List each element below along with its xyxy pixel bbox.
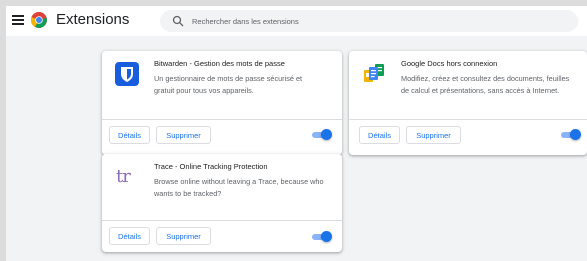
page-title: Extensions [56,11,130,28]
card-divider [349,119,587,120]
toolbar: Extensions [6,6,587,36]
extension-card-bitwarden: Bitwarden - Gestion des mots de passe Un… [102,51,342,155]
extension-description: Un gestionnaire de mots de passe sécuris… [154,74,303,95]
search-bar[interactable] [160,10,578,32]
enable-toggle[interactable] [312,231,332,243]
details-button[interactable]: Détails [109,227,150,245]
remove-button[interactable]: Supprimer [156,227,211,245]
bitwarden-shield-icon [115,62,139,86]
extensions-window: Extensions Bitwarden - Gestion des mots … [0,0,587,261]
chrome-logo-icon [31,12,47,28]
extension-card-google-docs: Google Docs hors connexion Modifiez, cré… [349,51,587,155]
card-divider [102,119,342,120]
extension-name: Trace - Online Tracking Protection [154,162,268,171]
hamburger-menu-icon[interactable] [12,15,24,25]
remove-button[interactable]: Supprimer [406,126,461,144]
enable-toggle[interactable] [561,129,581,141]
search-input[interactable] [192,10,572,32]
extension-name: Bitwarden - Gestion des mots de passe [154,59,285,68]
search-icon [172,15,184,27]
details-button[interactable]: Détails [359,126,400,144]
enable-toggle[interactable] [312,129,332,141]
details-button[interactable]: Détails [109,126,150,144]
extension-description: Browse online without leaving a Trace, b… [154,177,324,198]
extension-name: Google Docs hors connexion [401,59,498,68]
google-docs-icon [364,64,384,82]
extension-card-trace: tr Trace - Online Tracking Protection Br… [102,154,342,252]
extension-description: Modifiez, créez et consultez des documen… [401,74,570,95]
remove-button[interactable]: Supprimer [156,126,211,144]
card-divider [102,220,342,221]
trace-logo-icon: tr [116,166,131,187]
